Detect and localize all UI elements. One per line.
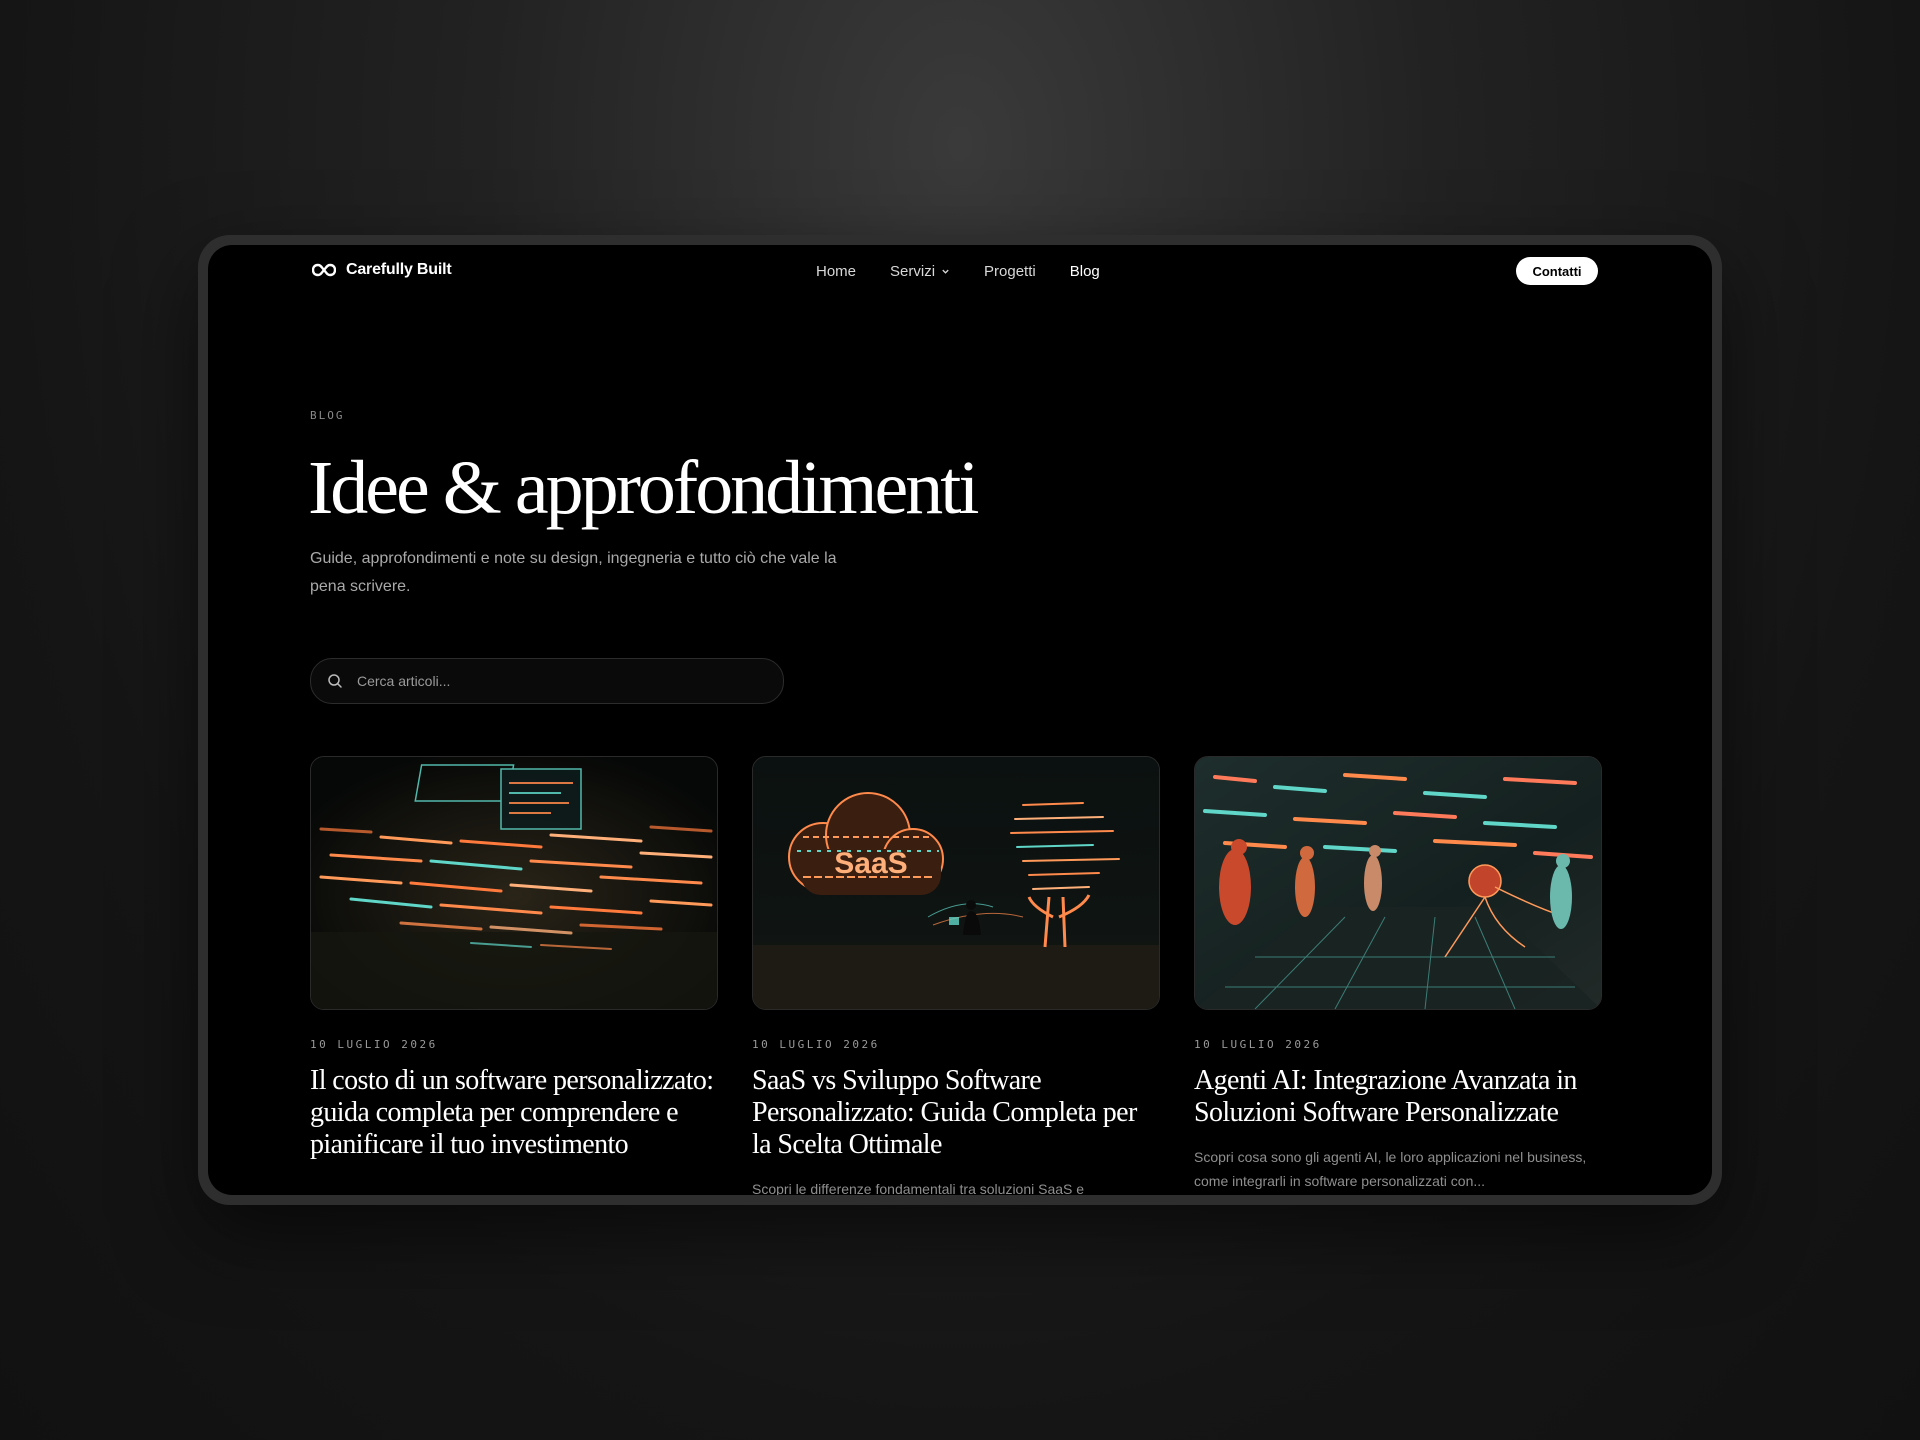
article-date: 10 LUGLIO 2026 bbox=[752, 1038, 880, 1051]
saas-label: SaaS bbox=[834, 847, 907, 880]
article-thumbnail[interactable] bbox=[310, 756, 718, 1010]
brand-logo[interactable]: Carefully Built bbox=[312, 261, 452, 279]
nav-link-servizi[interactable]: Servizi bbox=[890, 263, 950, 280]
nav-link-servizi-label: Servizi bbox=[890, 263, 936, 280]
ai-agents-illustration bbox=[1195, 757, 1601, 1009]
saas-cloud-illustration: SaaS bbox=[753, 757, 1159, 1009]
device-frame: Carefully Built Home Servizi Progetti Bl… bbox=[198, 235, 1722, 1205]
article-card[interactable]: SaaS 10 LUGLIO 2026 SaaS vs Sviluppo Sof… bbox=[752, 756, 1160, 1195]
article-excerpt: Scopri le differenze fondamentali tra so… bbox=[752, 1181, 1085, 1195]
brand-name: Carefully Built bbox=[346, 261, 452, 278]
article-grid: 10 LUGLIO 2026 Il costo di un software p… bbox=[310, 756, 1602, 1195]
contact-button[interactable]: Contatti bbox=[1516, 257, 1598, 285]
page-subtitle: Guide, approfondimenti e note su design,… bbox=[310, 550, 837, 595]
search-input[interactable] bbox=[355, 672, 759, 690]
article-card[interactable]: 10 LUGLIO 2026 Agenti AI: Integrazione A… bbox=[1194, 756, 1602, 1195]
article-excerpt: Scopri cosa sono gli agenti AI, le loro … bbox=[1194, 1149, 1587, 1189]
section-eyebrow: BLOG bbox=[310, 409, 345, 422]
article-title[interactable]: Il costo di un software personalizzato: … bbox=[310, 1065, 718, 1161]
nav-links: Home Servizi Progetti Blog bbox=[816, 263, 1100, 280]
article-title[interactable]: SaaS vs Sviluppo Software Personalizzato… bbox=[752, 1065, 1160, 1161]
article-date: 10 LUGLIO 2026 bbox=[1194, 1038, 1322, 1051]
page-title: Idee & approfondimenti bbox=[308, 446, 979, 530]
nav-link-progetti[interactable]: Progetti bbox=[984, 263, 1036, 280]
infinity-logo-icon bbox=[312, 263, 336, 277]
nav-link-home[interactable]: Home bbox=[816, 263, 856, 280]
search-bar[interactable] bbox=[310, 658, 784, 704]
article-thumbnail[interactable]: SaaS bbox=[752, 756, 1160, 1010]
search-icon bbox=[328, 674, 342, 688]
chevron-down-icon bbox=[942, 269, 949, 274]
article-thumbnail[interactable] bbox=[1194, 756, 1602, 1010]
article-date: 10 LUGLIO 2026 bbox=[310, 1038, 438, 1051]
top-nav: Carefully Built Home Servizi Progetti Bl… bbox=[208, 245, 1712, 305]
browser-screen: Carefully Built Home Servizi Progetti Bl… bbox=[208, 245, 1712, 1195]
article-card[interactable]: 10 LUGLIO 2026 Il costo di un software p… bbox=[310, 756, 718, 1195]
nav-link-blog[interactable]: Blog bbox=[1070, 263, 1100, 280]
article-title[interactable]: Agenti AI: Integrazione Avanzata in Solu… bbox=[1194, 1065, 1602, 1129]
data-stream-illustration bbox=[311, 757, 717, 1009]
